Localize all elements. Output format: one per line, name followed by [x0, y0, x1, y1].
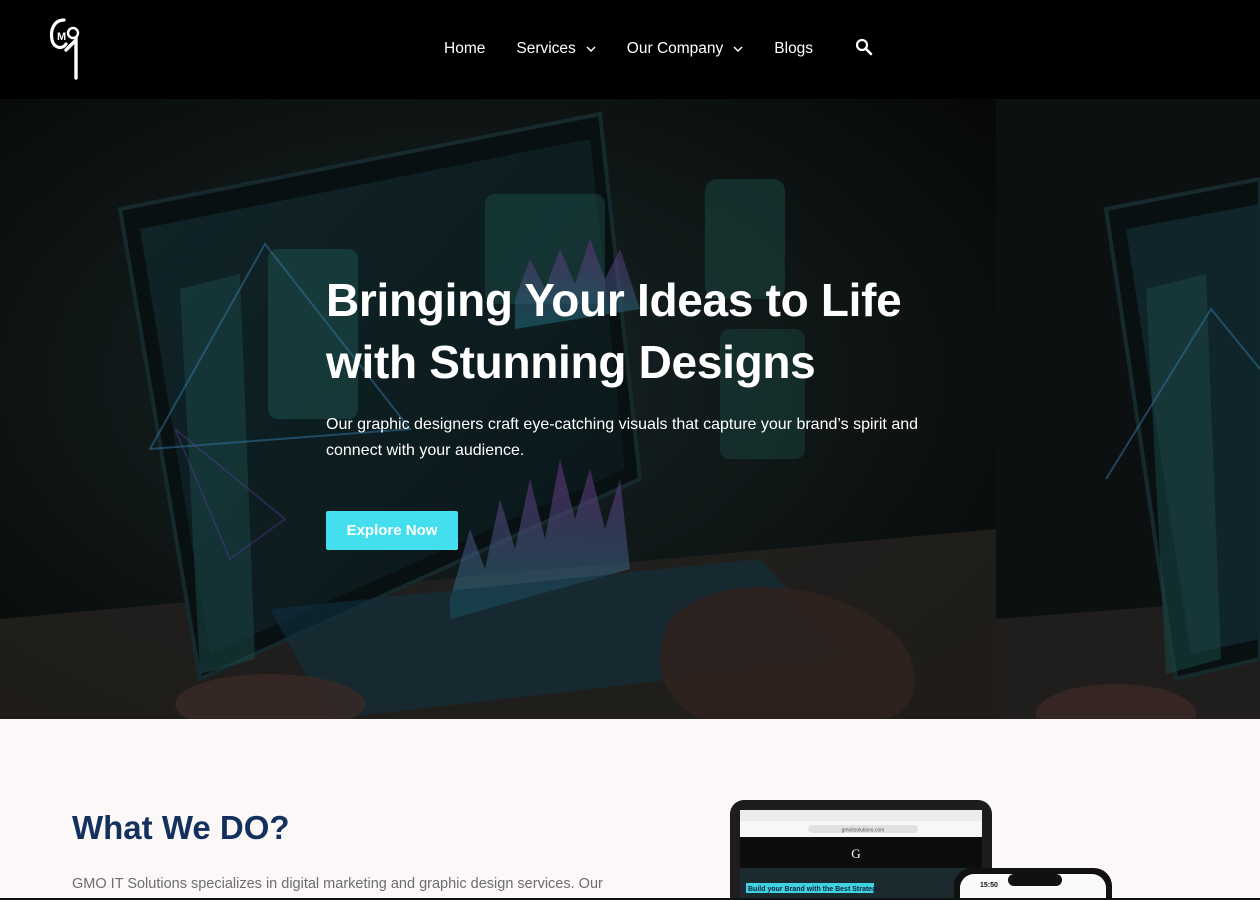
hero-background-image: [0, 99, 996, 719]
hero-subtitle-line2: connect with your audience.: [326, 442, 525, 459]
devices-mockup-image: gmoitsolutions.com G Build your Brand wi…: [730, 800, 1112, 900]
nav-our-company-label: Our Company: [626, 40, 724, 57]
explore-now-button[interactable]: Explore Now: [326, 511, 458, 550]
svg-text:M: M: [57, 31, 66, 43]
hero-section: Bringing Your Ideas to Life with Stunnin…: [0, 99, 1260, 719]
nav-home-label: Home: [444, 40, 486, 57]
gmo-logo[interactable]: M: [48, 16, 82, 80]
nav-blogs[interactable]: Blogs: [774, 40, 813, 58]
chevron-down-icon: [733, 46, 743, 53]
phone-time-text: 15:50: [980, 882, 998, 889]
svg-text:G: G: [851, 846, 860, 861]
device-banner-text: Build your Brand with the Best Strategy: [748, 886, 880, 893]
nav-services[interactable]: Services: [516, 40, 596, 58]
hero-subtitle-line1: Our graphic designers craft eye-catching…: [326, 416, 919, 433]
hero-title-line1: Bringing Your Ideas to Life: [326, 274, 902, 326]
nav-blogs-label: Blogs: [774, 40, 814, 57]
nav-services-label: Services: [516, 40, 576, 57]
chevron-down-icon: [586, 46, 596, 53]
nav-home[interactable]: Home: [444, 40, 485, 58]
tablet-url-text: gmoitsolutions.com: [842, 828, 885, 834]
top-navigation: M Home Services Our Company Blogs: [0, 0, 1260, 99]
hero-background-repeat: [996, 99, 1260, 719]
what-we-do-title: What We DO?: [72, 809, 290, 846]
hero-subtitle: Our graphic designers craft eye-catching…: [326, 412, 936, 464]
hero-title: Bringing Your Ideas to Life with Stunnin…: [326, 269, 966, 393]
nav-our-company[interactable]: Our Company: [627, 40, 743, 58]
hero-title-line2: with Stunning Designs: [326, 336, 816, 388]
what-we-do-text: GMO IT Solutions specializes in digital …: [72, 876, 603, 892]
search-icon[interactable]: [855, 38, 873, 56]
main-menu: Home Services Our Company Blogs: [444, 38, 813, 60]
